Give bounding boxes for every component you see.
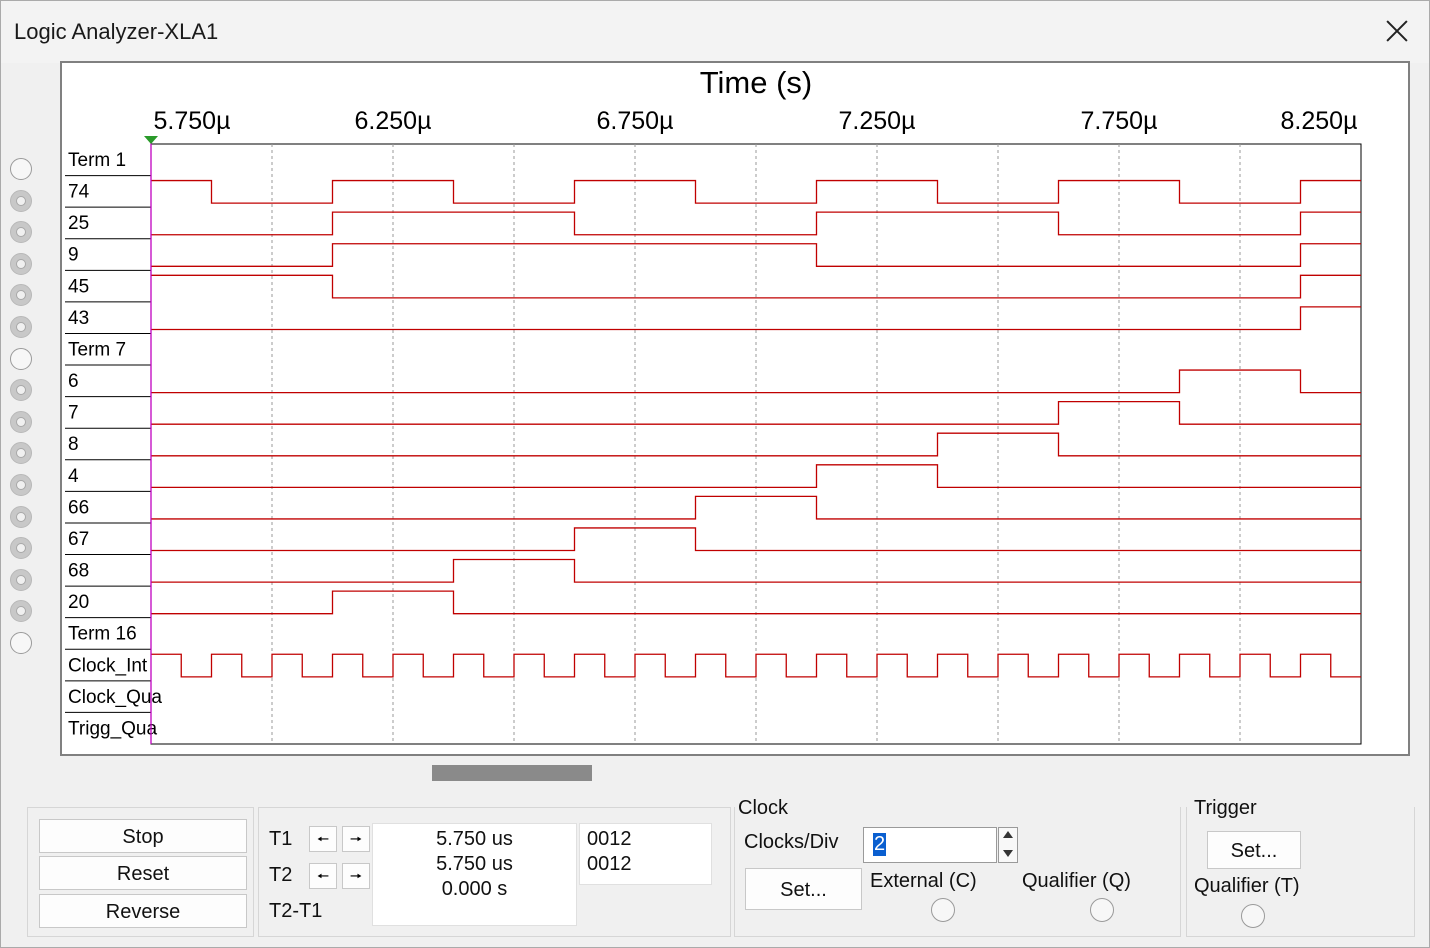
tick-label: 6.250µ [355, 107, 432, 135]
arrow-right-icon: 🠖 [349, 831, 363, 847]
channel-label: Term 1 [68, 150, 126, 171]
cursor-marker-icon[interactable] [144, 136, 158, 144]
scrollbar-thumb[interactable] [432, 765, 592, 781]
trigger-qualifier-radio[interactable] [1241, 904, 1265, 928]
t2-hex-value: 0012 [587, 853, 632, 875]
channel-label: 25 [68, 213, 89, 234]
channel-label: Clock_Qua [68, 687, 162, 708]
channel-label: 43 [68, 308, 89, 329]
clock-qualifier-label: Qualifier (Q) [1022, 870, 1131, 892]
t1-right-button[interactable]: 🠖 [342, 826, 370, 852]
channel-label: Term 16 [68, 624, 137, 645]
trigger-set-button[interactable]: Set... [1207, 831, 1301, 869]
t1-left-button[interactable]: 🠔 [309, 826, 337, 852]
channel-label: 66 [68, 497, 89, 518]
reset-button[interactable]: Reset [39, 856, 247, 890]
channel-label: Clock_Int [68, 655, 148, 676]
arrow-right-icon: 🠖 [349, 868, 363, 884]
t2-left-button[interactable]: 🠔 [309, 863, 337, 889]
channel-label: 68 [68, 561, 89, 582]
spin-up-icon[interactable] [1003, 831, 1013, 838]
t1-hex-value: 0012 [587, 828, 632, 850]
t2-label: T2 [269, 864, 293, 886]
clock-qualifier-radio[interactable] [1090, 898, 1114, 922]
tick-label: 7.250µ [839, 107, 916, 135]
t2-time-value: 5.750 us [436, 853, 513, 875]
tick-label: 6.750µ [597, 107, 674, 135]
t1-label: T1 [269, 828, 293, 850]
channel-label: 9 [68, 245, 79, 266]
channel-label: Trigg_Qua [68, 718, 157, 739]
clock-set-button[interactable]: Set... [745, 868, 862, 910]
channel-label: 74 [68, 182, 90, 203]
logic-analyzer-window: Logic Analyzer-XLA1 Time (s) 5.750µ 6.250µ… [0, 0, 1430, 948]
external-clock-label: External (C) [870, 870, 977, 892]
channel-label: 8 [68, 434, 79, 455]
delta-time-value: 0.000 s [441, 878, 508, 900]
axis-title: Time (s) [700, 65, 813, 100]
stop-button[interactable]: Stop [39, 819, 247, 853]
channel-label: 20 [68, 592, 89, 613]
channel-label: 45 [68, 276, 89, 297]
clocks-div-label: Clocks/Div [744, 831, 839, 853]
tick-label: 7.750µ [1081, 107, 1158, 135]
tick-label: 8.250µ [1281, 107, 1358, 135]
horizontal-scrollbar[interactable] [61, 763, 1411, 781]
external-clock-radio[interactable] [931, 898, 955, 922]
t1-time-value: 5.750 us [436, 828, 513, 850]
arrow-left-icon: 🠔 [316, 868, 330, 884]
t2-t1-label: T2-T1 [269, 900, 323, 922]
trigger-group [1186, 807, 1415, 937]
spin-down-icon[interactable] [1003, 850, 1013, 857]
reverse-button[interactable]: Reverse [39, 894, 247, 928]
channel-label: Term 7 [68, 339, 126, 360]
clocks-div-spinner[interactable] [998, 827, 1018, 863]
t2-right-button[interactable]: 🠖 [342, 863, 370, 889]
channel-label: 6 [68, 371, 79, 392]
trigger-qualifier-label: Qualifier (T) [1194, 875, 1300, 897]
channel-label: 7 [68, 403, 79, 424]
tick-label: 5.750µ [154, 107, 231, 135]
waveform-canvas: Time (s) 5.750µ 6.250µ 6.750µ 7.250µ 7.750µ 8.… [65, 65, 1362, 745]
clocks-div-input[interactable]: 2 [863, 827, 997, 863]
clock-waveform [151, 653, 1361, 678]
arrow-left-icon: 🠔 [316, 831, 330, 847]
channel-label: 67 [68, 529, 89, 550]
channel-label: 4 [68, 466, 79, 487]
